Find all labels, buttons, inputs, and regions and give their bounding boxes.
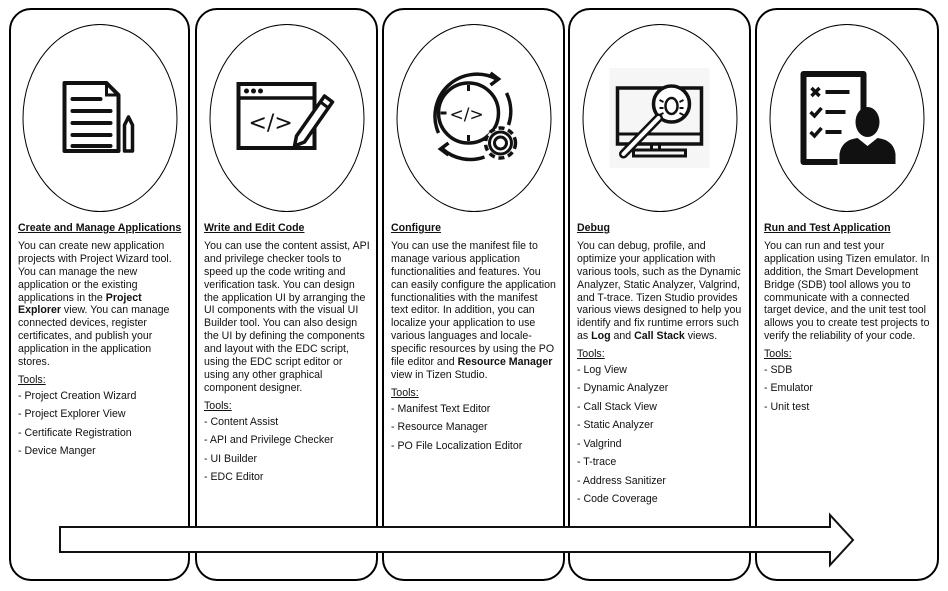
tool-item: - Resource Manager <box>391 421 488 434</box>
stage-title: Run and Test Application <box>764 222 891 234</box>
stage-title: Write and Edit Code <box>204 222 305 234</box>
monitor-bug-magnifier-icon <box>609 68 710 168</box>
tool-item: - Project Creation Wizard <box>18 389 137 402</box>
tool-item: - Dynamic Analyzer <box>577 382 669 395</box>
desc-bold: Resource Manager <box>457 356 553 369</box>
stage-card-debug: Debug You can debug, profile, and optimi… <box>568 8 751 581</box>
stage-text: Run and Test Application You can run and… <box>764 222 931 419</box>
desc-text: view in Tizen Studio. <box>391 368 488 381</box>
stage-description: You can debug, profile, and optimize you… <box>577 240 743 343</box>
code-cycle-gear-icon: </> <box>433 71 518 162</box>
stage-title: Configure <box>391 222 442 234</box>
icon-oval <box>769 24 925 212</box>
stage-title: Create and Manage Applications <box>18 222 182 234</box>
tool-item: - API and Privilege Checker <box>204 434 334 447</box>
svg-text:</>: </> <box>450 105 484 125</box>
svg-text:</>: </> <box>249 111 293 136</box>
tool-item: - UI Builder <box>204 452 257 465</box>
icon-oval: </> <box>209 24 364 212</box>
stage-text: Debug You can debug, profile, and optimi… <box>577 222 743 511</box>
icon-oval <box>582 24 737 212</box>
desc-text: views. <box>684 330 718 343</box>
tool-item: - PO File Localization Editor <box>391 439 523 452</box>
tool-item: - T-trace <box>577 456 617 469</box>
tool-item: - EDC Editor <box>204 470 264 483</box>
stage-text: Create and Manage Applications You can c… <box>18 222 182 464</box>
tool-item: - Log View <box>577 364 627 377</box>
stage-text: Write and Edit Code You can use the cont… <box>204 222 370 489</box>
tool-item: - Emulator <box>764 382 813 395</box>
stage-card-write-edit: </> Write and Edit Code You can use the … <box>195 8 378 581</box>
desc-bold: Call Stack <box>634 330 685 343</box>
tools-label: Tools: <box>18 373 46 386</box>
tools-label: Tools: <box>391 386 419 399</box>
tools-label: Tools: <box>577 348 605 361</box>
desc-bold: Log <box>591 330 611 343</box>
tool-item: - Call Stack View <box>577 400 657 413</box>
stage-description: You can use the manifest file to manage … <box>391 240 557 382</box>
desc-text: You can debug, profile, and optimize you… <box>577 239 742 343</box>
tool-item: - Project Explorer View <box>18 408 126 421</box>
code-editor-pencil-icon: </> <box>236 82 335 150</box>
tool-item: - Valgrind <box>577 437 622 450</box>
tool-item: - Certificate Registration <box>18 426 132 439</box>
checklist-person-icon <box>800 71 895 165</box>
desc-text: You can create new application projects … <box>18 239 172 304</box>
desc-text: You can use the manifest file to manage … <box>391 239 556 369</box>
stage-text: Configure You can use the manifest file … <box>391 222 557 458</box>
tools-label: Tools: <box>204 399 232 412</box>
stage-card-run-test: Run and Test Application You can run and… <box>755 8 939 581</box>
icon-oval: </> <box>396 24 551 212</box>
stage-title: Debug <box>577 222 610 234</box>
tool-item: - Unit test <box>764 400 810 413</box>
stage-description: You can create new application projects … <box>18 240 182 369</box>
tools-label: Tools: <box>764 348 792 361</box>
stage-card-configure: </> Configure You can use the manifest f… <box>382 8 565 581</box>
stage-description: You can run and test your application us… <box>764 239 930 343</box>
tool-item: - Content Assist <box>204 415 279 428</box>
tool-item: - Address Sanitizer <box>577 474 666 487</box>
tool-item: - Code Coverage <box>577 492 658 505</box>
stage-card-create-manage: Create and Manage Applications You can c… <box>9 8 190 581</box>
desc-text: and <box>610 330 635 343</box>
icon-oval <box>22 24 177 212</box>
tool-item: - SDB <box>764 364 793 377</box>
stage-description: You can use the content assist, API and … <box>204 239 370 394</box>
document-pencil-icon <box>62 81 135 153</box>
tool-item: - Manifest Text Editor <box>391 402 491 415</box>
tool-item: - Device Manger <box>18 445 96 458</box>
tool-item: - Static Analyzer <box>577 419 654 432</box>
